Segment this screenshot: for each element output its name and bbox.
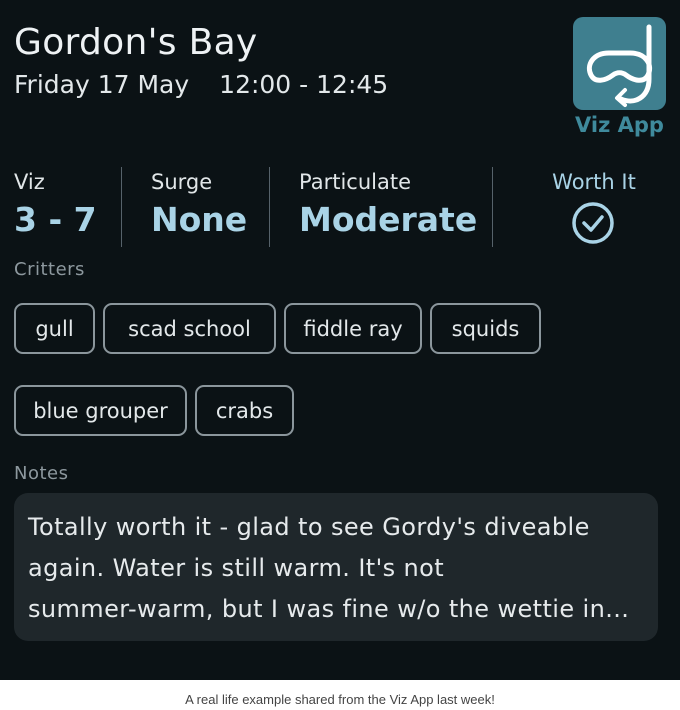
viz-label: Viz <box>14 170 45 194</box>
notes-line: again. Water is still warm. It's not <box>28 554 445 582</box>
worth-it-label: Worth It <box>552 170 636 194</box>
particulate-value: Moderate <box>299 200 478 239</box>
critter-chip[interactable]: scad school <box>103 303 276 354</box>
critters-label: Critters <box>14 259 85 280</box>
notes-box[interactable]: Totally worth it - glad to see Gordy's d… <box>14 493 658 641</box>
snorkel-mask-icon <box>586 24 653 107</box>
stat-divider <box>269 167 270 247</box>
caption: A real life example shared from the Viz … <box>185 692 495 707</box>
date-time-row: Friday 17 May 12:00 - 12:45 <box>14 70 388 99</box>
particulate-label: Particulate <box>299 170 412 194</box>
critter-chip[interactable]: gull <box>14 303 95 354</box>
stat-divider <box>492 167 493 247</box>
notes-label: Notes <box>14 463 69 484</box>
check-circle-icon <box>572 202 614 244</box>
dive-report-card: Gordon's Bay Friday 17 May 12:00 - 12:45 … <box>0 0 680 680</box>
app-logo <box>573 17 666 110</box>
critter-chip[interactable]: blue grouper <box>14 385 187 436</box>
stat-divider <box>121 167 122 247</box>
app-name: Viz App <box>575 113 664 137</box>
notes-line: summer-warm, but I was fine w/o the wett… <box>28 595 630 623</box>
location-title: Gordon's Bay <box>14 22 258 63</box>
viz-value: 3 - 7 <box>14 200 97 239</box>
critter-chip[interactable]: squids <box>430 303 541 354</box>
notes-line: Totally worth it - glad to see Gordy's d… <box>28 513 590 541</box>
surge-value: None <box>151 200 248 239</box>
critter-chip[interactable]: crabs <box>195 385 294 436</box>
dive-time: 12:00 - 12:45 <box>219 70 389 99</box>
surge-label: Surge <box>151 170 213 194</box>
critter-chip[interactable]: fiddle ray <box>284 303 422 354</box>
dive-date: Friday 17 May <box>14 70 190 99</box>
